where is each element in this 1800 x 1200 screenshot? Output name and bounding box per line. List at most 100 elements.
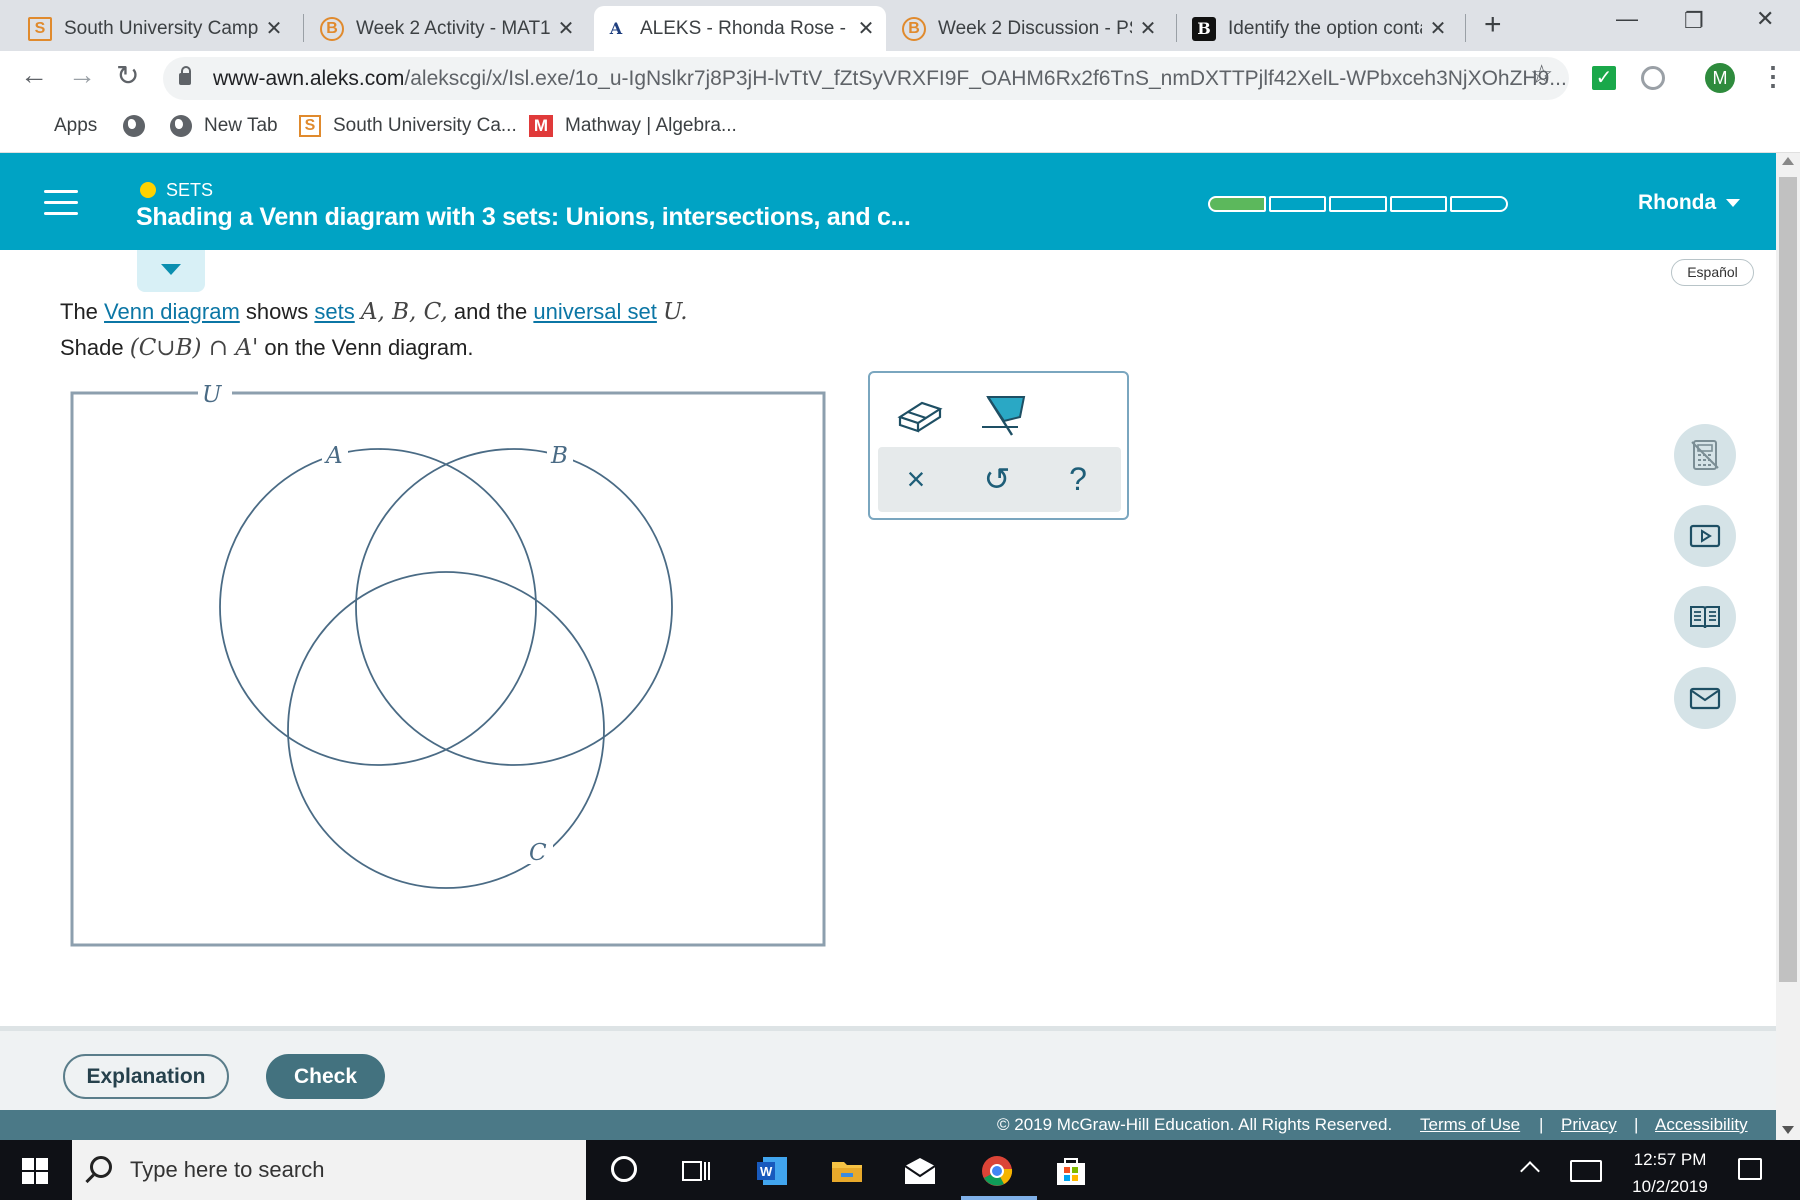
blackboard-b-icon: B: [902, 16, 926, 41]
browser-tab-strip: S South University Campus ✕ B Week 2 Act…: [0, 0, 1800, 51]
page-scrollbar[interactable]: [1776, 153, 1800, 1140]
browser-tab[interactable]: B Week 2 Discussion - PSY ✕: [892, 6, 1168, 51]
check-button[interactable]: Check: [266, 1054, 385, 1099]
scroll-up-arrow-icon[interactable]: [1782, 157, 1794, 165]
svg-text:W: W: [760, 1164, 773, 1179]
venn-diagram[interactable]: U A B C: [60, 374, 830, 950]
taskbar-search-box[interactable]: Type here to search: [72, 1140, 586, 1200]
store-app-icon[interactable]: [1054, 1154, 1088, 1188]
bookmarks-bar: Apps New Tab S South University Ca... M …: [0, 107, 1800, 153]
browser-tab[interactable]: B Week 2 Activity - MAT15 ✕: [310, 6, 586, 51]
topic-label: SETS: [166, 180, 214, 200]
south-university-icon: S: [299, 115, 321, 137]
cortana-circle-icon[interactable]: [611, 1156, 637, 1182]
url-host: www-awn.aleks.com: [213, 66, 405, 90]
progress-segment: [1389, 196, 1448, 212]
mail-app-icon[interactable]: [903, 1154, 937, 1188]
tab-title: ALEKS - Rhonda Rose - L: [640, 17, 850, 39]
close-tab-icon[interactable]: ✕: [264, 16, 284, 41]
question-text: shows: [239, 299, 315, 324]
extension-circle-icon[interactable]: [1641, 66, 1665, 90]
scrollbar-thumb[interactable]: [1779, 177, 1797, 982]
language-toggle-button[interactable]: Español: [1671, 259, 1754, 286]
page-footer: © 2019 McGraw-Hill Education. All Rights…: [0, 1110, 1776, 1140]
touch-keyboard-icon[interactable]: [1570, 1160, 1602, 1182]
help-question-icon[interactable]: ?: [1056, 459, 1100, 499]
profile-avatar[interactable]: M: [1705, 63, 1735, 93]
minimize-icon[interactable]: —: [1616, 6, 1638, 32]
universal-set-rectangle[interactable]: [70, 391, 826, 947]
close-tab-icon[interactable]: ✕: [856, 16, 876, 41]
browser-tab[interactable]: S South University Campus ✕: [18, 6, 294, 51]
browser-tab-active[interactable]: A ALEKS - Rhonda Rose - L ✕: [594, 6, 886, 51]
bookmark-mathway[interactable]: M Mathway | Algebra...: [529, 115, 737, 137]
notification-center-icon[interactable]: [1738, 1158, 1762, 1180]
scroll-down-arrow-icon[interactable]: [1782, 1126, 1794, 1134]
eraser-icon[interactable]: [892, 387, 948, 437]
close-tab-icon[interactable]: ✕: [556, 16, 576, 41]
universal-set-link[interactable]: universal set: [533, 299, 657, 324]
bookmark-apps[interactable]: Apps: [22, 115, 97, 137]
forward-arrow-icon[interactable]: →: [68, 59, 96, 91]
blackboard-b-icon: B: [320, 16, 344, 41]
sets-link[interactable]: sets: [314, 299, 354, 324]
progress-segment: [1329, 196, 1387, 212]
task-view-icon[interactable]: [680, 1154, 714, 1188]
tab-separator: [1465, 14, 1466, 42]
bookmark-south-university[interactable]: S South University Ca...: [299, 115, 517, 137]
calculator-disabled-icon[interactable]: [1674, 424, 1736, 486]
close-tab-icon[interactable]: ✕: [1138, 16, 1158, 41]
answer-action-bar: Explanation Check: [0, 1026, 1776, 1110]
bookmark-label: Mathway | Algebra...: [565, 115, 737, 136]
tray-chevron-up-icon[interactable]: [1520, 1161, 1540, 1181]
back-arrow-icon[interactable]: ←: [20, 59, 48, 91]
undo-icon[interactable]: ↺: [975, 459, 1019, 499]
clock-time: 12:57 PM: [1633, 1150, 1707, 1169]
terms-of-use-link[interactable]: Terms of Use: [1420, 1115, 1520, 1135]
extension-check-icon[interactable]: ✓: [1592, 66, 1616, 90]
close-tab-icon[interactable]: ✕: [1428, 16, 1448, 41]
question-text: Shade: [60, 335, 130, 360]
aleks-icon: A: [609, 19, 623, 38]
venn-diagram-link[interactable]: Venn diagram: [104, 299, 240, 324]
bookmark-globe[interactable]: [123, 115, 157, 137]
shade-flag-icon[interactable]: [976, 387, 1032, 437]
chrome-app-icon[interactable]: [980, 1154, 1014, 1188]
url-path: /alekscgi/x/Isl.exe/1o_u-IgNslkr7j8P3jH-…: [404, 66, 1567, 90]
menu-kebab-icon[interactable]: ⋮: [1760, 61, 1786, 92]
explanation-button[interactable]: Explanation: [63, 1054, 229, 1099]
taskbar-clock[interactable]: 12:57 PM 10/2/2019: [1615, 1146, 1725, 1200]
question-text: on the Venn diagram.: [258, 335, 474, 360]
address-bar[interactable]: www-awn.aleks.com /alekscgi/x/Isl.exe/1o…: [163, 57, 1569, 100]
windows-start-icon[interactable]: [22, 1158, 48, 1184]
topic-dropdown-toggle[interactable]: [137, 250, 205, 292]
mathway-icon: M: [529, 115, 553, 137]
accessibility-link[interactable]: Accessibility: [1655, 1115, 1748, 1135]
copyright-text: © 2019 McGraw-Hill Education. All Rights…: [997, 1115, 1393, 1134]
search-placeholder: Type here to search: [130, 1157, 325, 1182]
universe-label: U: [202, 382, 223, 408]
hamburger-menu-icon[interactable]: [44, 190, 78, 215]
bookmark-star-icon[interactable]: ☆: [1530, 59, 1553, 90]
user-menu[interactable]: Rhonda: [1638, 191, 1741, 215]
privacy-link[interactable]: Privacy: [1561, 1115, 1617, 1135]
lesson-title: Shading a Venn diagram with 3 sets: Unio…: [136, 203, 911, 231]
new-tab-plus-icon[interactable]: +: [1484, 8, 1502, 42]
question-line-1: The Venn diagram shows sets A, B, C, and…: [60, 299, 688, 325]
bookmark-new-tab[interactable]: New Tab: [170, 115, 278, 137]
footer-separator: |: [1634, 1115, 1639, 1134]
ebook-icon[interactable]: [1674, 586, 1736, 648]
restore-window-icon[interactable]: ❐: [1684, 8, 1704, 34]
reload-icon[interactable]: ↻: [116, 59, 139, 92]
video-play-icon[interactable]: [1674, 505, 1736, 567]
file-explorer-icon[interactable]: [830, 1154, 864, 1188]
message-envelope-icon[interactable]: [1674, 667, 1736, 729]
windows-taskbar: Type here to search W 12:57 PM 10/2/2019: [0, 1140, 1800, 1200]
word-app-icon[interactable]: W: [755, 1154, 789, 1188]
topic-status-dot: [140, 182, 156, 198]
browser-tab[interactable]: B Identify the option conta ✕: [1182, 6, 1458, 51]
clear-x-icon[interactable]: ×: [894, 459, 938, 499]
chevron-down-icon: [161, 264, 181, 275]
tab-title: Week 2 Discussion - PSY: [938, 17, 1132, 39]
close-window-icon[interactable]: ✕: [1756, 6, 1774, 32]
